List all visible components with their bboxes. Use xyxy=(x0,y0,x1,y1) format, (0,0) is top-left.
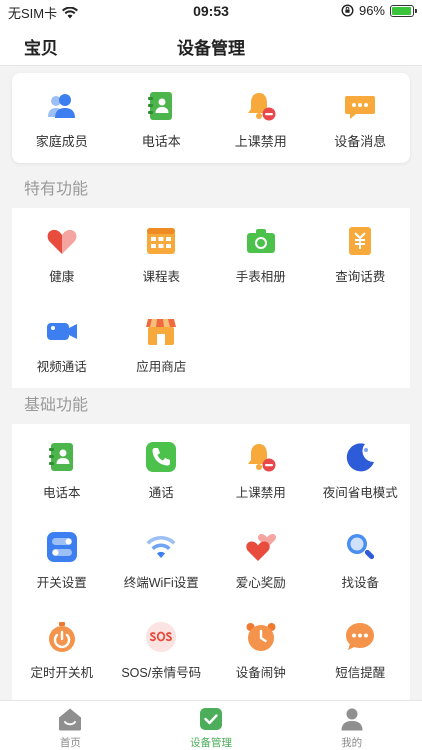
grid-item-label: 健康 xyxy=(49,270,75,284)
grid-item-label: 定时开关机 xyxy=(30,666,93,680)
grid-item-schedule[interactable]: 课程表 xyxy=(112,208,212,298)
find-device-icon xyxy=(347,534,375,560)
grid-item-label: 夜间省电模式 xyxy=(322,486,398,500)
grid-item-label: 设备闹钟 xyxy=(235,666,286,680)
grid-item-label: 短信提醒 xyxy=(335,666,386,680)
alarm-clock-icon xyxy=(246,623,276,651)
tab-profile[interactable]: 我的 xyxy=(281,701,422,750)
grid-item-label: 视频通话 xyxy=(36,360,87,374)
grid-item-label: 爱心奖励 xyxy=(235,576,286,590)
call-icon xyxy=(146,442,177,472)
grid-item-night-mode[interactable]: 夜间省电模式 xyxy=(311,424,411,514)
app-store-icon xyxy=(146,319,177,345)
schedule-icon xyxy=(147,228,176,254)
basic-functions-grid: 电话本 通话 上课禁用 夜间省电模式 开关设置 终端WiFi设置 爱心奖励 找设… xyxy=(12,424,410,694)
grid-item-health[interactable]: 健康 xyxy=(12,208,112,298)
quick-item-label: 上课禁用 xyxy=(234,134,287,149)
grid-item-phonebook[interactable]: 电话本 xyxy=(12,424,112,514)
family-members-icon xyxy=(47,94,75,118)
grid-item-label: 查询话费 xyxy=(335,270,386,284)
wifi-icon xyxy=(146,535,176,558)
love-reward-icon xyxy=(246,534,276,561)
quick-item-phonebook[interactable]: 电话本 xyxy=(112,73,212,163)
bill-query-icon xyxy=(349,227,372,255)
tab-bar: 首页 设备管理 我的 xyxy=(0,700,422,750)
grid-item-alarm-clock[interactable]: 设备闹钟 xyxy=(211,604,311,694)
class-disable-bell-icon xyxy=(247,93,276,121)
tab-label: 设备管理 xyxy=(190,737,232,749)
health-heart-icon xyxy=(47,229,77,254)
grid-item-love-reward[interactable]: 爱心奖励 xyxy=(211,514,311,604)
grid-item-label: 课程表 xyxy=(142,270,180,284)
home-icon xyxy=(59,708,82,731)
tab-home[interactable]: 首页 xyxy=(0,701,141,750)
grid-item-video-call[interactable]: 视频通话 xyxy=(12,298,112,388)
video-call-icon xyxy=(46,323,77,340)
grid-item-app-store[interactable]: 应用商店 xyxy=(112,298,212,388)
device-manage-icon xyxy=(200,708,222,730)
battery-percent: 96% xyxy=(358,3,385,18)
phonebook-icon xyxy=(148,92,173,120)
section-title-basic: 基础功能 xyxy=(12,388,410,424)
grid-item-call[interactable]: 通话 xyxy=(112,424,212,514)
camera-album-icon xyxy=(246,229,275,253)
switch-settings-icon xyxy=(46,532,77,562)
grid-item-label: 手表相册 xyxy=(235,270,286,284)
grid-item-label: 应用商店 xyxy=(136,360,187,374)
grid-item-label: SOS/亲情号码 xyxy=(121,666,202,680)
grid-item-label: 开关设置 xyxy=(36,576,87,590)
section-title-special: 特有功能 xyxy=(12,172,410,208)
status-right: 96% xyxy=(341,3,417,18)
tab-device-manage[interactable]: 设备管理 xyxy=(141,701,282,750)
timer-power-icon xyxy=(48,622,75,652)
rotation-lock-icon xyxy=(341,4,354,17)
special-functions-grid: 健康 课程表 手表相册 查询话费 视频通话 应用商店 xyxy=(12,208,410,388)
nav-bar: 宝贝 设备管理 xyxy=(0,22,422,66)
grid-item-label: 电话本 xyxy=(42,486,81,500)
quick-actions-card: 家庭成员 电话本 上课禁用 设备消息 xyxy=(12,73,410,163)
functions-panel: 特有功能 健康 课程表 手表相册 查询话费 视频通话 应用商店 基础功能 电话本… xyxy=(12,172,410,700)
grid-item-label: 终端WiFi设置 xyxy=(123,576,199,590)
grid-item-bill-query[interactable]: 查询话费 xyxy=(311,208,411,298)
quick-item-device-message[interactable]: 设备消息 xyxy=(311,73,411,163)
class-disable-bell-icon xyxy=(247,444,276,472)
grid-item-sms-reminder[interactable]: 短信提醒 xyxy=(311,604,411,694)
profile-icon xyxy=(341,708,363,731)
night-mode-icon xyxy=(347,443,375,472)
tab-label: 我的 xyxy=(341,737,363,749)
device-message-icon xyxy=(345,96,376,119)
battery-icon xyxy=(390,4,417,17)
quick-item-label: 设备消息 xyxy=(334,134,387,149)
status-bar: 无SIM卡 09:53 96% xyxy=(0,0,422,22)
sms-reminder-icon xyxy=(346,623,375,650)
quick-item-class-disable[interactable]: 上课禁用 xyxy=(211,73,311,163)
grid-item-label: 通话 xyxy=(148,486,174,500)
page-title: 设备管理 xyxy=(177,39,245,58)
quick-item-family-members[interactable]: 家庭成员 xyxy=(12,73,112,163)
quick-item-label: 家庭成员 xyxy=(35,134,88,149)
grid-item-camera-album[interactable]: 手表相册 xyxy=(211,208,311,298)
grid-item-find-device[interactable]: 找设备 xyxy=(311,514,411,604)
grid-item-switch-settings[interactable]: 开关设置 xyxy=(12,514,112,604)
quick-item-label: 电话本 xyxy=(141,134,181,149)
sos-icon xyxy=(146,622,177,652)
grid-item-class-disable[interactable]: 上课禁用 xyxy=(211,424,311,514)
grid-item-label: 找设备 xyxy=(341,576,379,590)
phonebook-icon xyxy=(48,443,73,471)
grid-item-timer-power[interactable]: 定时开关机 xyxy=(12,604,112,694)
grid-item-wifi-settings[interactable]: 终端WiFi设置 xyxy=(112,514,212,604)
grid-item-sos-number[interactable]: SOS/亲情号码 xyxy=(112,604,212,694)
grid-item-label: 上课禁用 xyxy=(235,486,286,500)
tab-label: 首页 xyxy=(59,737,81,749)
